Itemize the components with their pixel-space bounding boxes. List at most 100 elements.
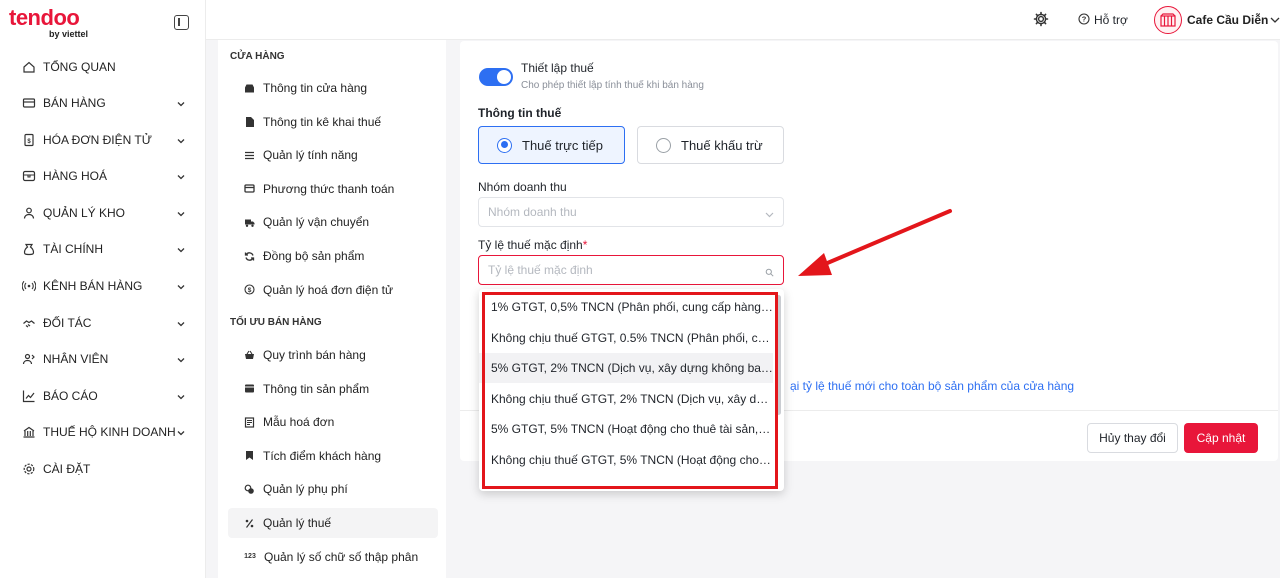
search-icon	[765, 266, 774, 277]
chevron-down-icon	[177, 134, 185, 144]
home-icon	[22, 60, 36, 74]
svg-text:?: ?	[1082, 14, 1087, 23]
chevron-down-icon	[177, 280, 185, 290]
apply-all-products-link[interactable]: ại tỷ lệ thuế mới cho toàn bộ sản phẩm c…	[790, 379, 1074, 393]
chevron-down-icon	[1270, 13, 1280, 27]
sidebar-item-report[interactable]: BÁO CÁO	[22, 386, 192, 406]
dollar-icon: $	[244, 284, 255, 295]
sidebar-item-label: KÊNH BÁN HÀNG	[43, 279, 143, 293]
update-button[interactable]: Cập nhật	[1184, 423, 1258, 453]
settings-menu-item-truck[interactable]: Quản lý vận chuyển	[228, 207, 438, 237]
sidebar-item-home[interactable]: TỔNG QUAN	[22, 57, 192, 77]
sidebar-item-partner[interactable]: ĐỐI TÁC	[22, 313, 192, 333]
settings-menu-item-dollar[interactable]: $ Quản lý hoá đơn điện tử	[228, 275, 438, 305]
radio-direct-tax-label: Thuế trực tiếp	[522, 137, 603, 153]
help-button[interactable]: ? Hỗ trợ	[1078, 12, 1128, 28]
tax-rate-option[interactable]: 5% GTGT, 5% TNCN (Hoạt động cho thuê tài…	[479, 414, 773, 444]
sidebar-item-staff[interactable]: NHÂN VIÊN	[22, 349, 192, 369]
settings-menu-item-bookmark[interactable]: Tích điểm khách hàng	[228, 441, 438, 471]
sidebar-item-label: THUẾ HỘ KINH DOANH	[43, 425, 176, 439]
required-asterisk: *	[582, 238, 588, 252]
tax-rate-option[interactable]: Không chịu thuế GTGT, 2% TNCN (Dịch vụ, …	[479, 384, 773, 414]
section-store-title: CỬA HÀNG	[230, 51, 285, 62]
settings-menu-item-sync[interactable]: Đồng bộ sản phẩm	[228, 241, 438, 271]
settings-menu-item-label: Quy trình bán hàng	[263, 348, 366, 362]
revenue-group-select[interactable]: Nhóm doanh thu	[478, 197, 784, 227]
sidebar-item-warehouse[interactable]: QUẢN LÝ KHO	[22, 203, 192, 223]
tendoo-logo[interactable]: tendoo by viettel	[9, 7, 109, 41]
radio-deduct-tax[interactable]: Thuế khấu trừ	[637, 126, 784, 164]
dropdown-scrollbar[interactable]	[776, 295, 781, 415]
section-optimize-title: TỐI ƯU BÁN HÀNG	[230, 317, 322, 328]
tax-rate-option-label: Không chịu thuế GTGT, 0.5% TNCN (Phân ph…	[491, 330, 773, 345]
tax-rate-select[interactable]: Tỷ lệ thuế mặc định	[478, 255, 784, 285]
store-switcher[interactable]: Cafe Cầu Diễn	[1154, 5, 1280, 35]
tax-rate-option[interactable]: Không chịu thuế GTGT, 5% TNCN (Hoạt động…	[479, 445, 773, 475]
chevron-down-icon	[765, 208, 774, 218]
settings-menu-item-card[interactable]: Phương thức thanh toán	[228, 174, 438, 204]
box-icon	[22, 169, 36, 183]
settings-menu: CỬA HÀNG Thông tin cửa hàng Thông tin kê …	[218, 40, 446, 578]
radio-unselected-icon	[656, 137, 671, 153]
sidebar-item-settings[interactable]: CÀI ĐẶT	[22, 459, 192, 479]
chevron-down-icon	[177, 353, 185, 363]
sync-icon	[244, 251, 255, 262]
sidebar-item-label: CÀI ĐẶT	[43, 462, 91, 476]
chevron-down-icon	[177, 390, 185, 400]
store-icon	[244, 83, 255, 94]
settings-menu-item-label: Quản lý số chữ số thập phân	[264, 549, 419, 564]
tax-setup-title: Thiết lập thuế	[521, 61, 594, 75]
settings-menu-item-store[interactable]: Thông tin cửa hàng	[228, 73, 438, 103]
tax-info-heading: Thông tin thuế	[478, 106, 562, 120]
settings-menu-item-label: Quản lý tính năng	[263, 148, 358, 163]
settings-menu-item-coins[interactable]: Quản lý phụ phí	[228, 474, 438, 504]
radio-direct-tax[interactable]: Thuế trực tiếp	[478, 126, 625, 164]
settings-menu-item-tax-doc[interactable]: Thông tin kê khai thuế	[228, 107, 438, 137]
toggle-knob	[497, 70, 511, 84]
settings-menu-item-digits[interactable]: 123 Quản lý số chữ số thập phân	[228, 542, 438, 572]
top-bar: ? Hỗ trợ Cafe Cầu Diễn	[206, 0, 1280, 40]
sidebar-item-tax[interactable]: THUẾ HỘ KINH DOANH	[22, 422, 192, 442]
settings-menu-item-basket[interactable]: Quy trình bán hàng	[228, 340, 438, 370]
chevron-down-icon	[177, 317, 185, 327]
store-name: Cafe Cầu Diễn	[1187, 13, 1269, 27]
tax-rate-option[interactable]: 1% GTGT, 0,5% TNCN (Phân phối, cung cấp …	[479, 292, 773, 322]
tax-rate-option[interactable]: 5% GTGT, 2% TNCN (Dịch vụ, xây dựng khôn…	[479, 353, 773, 384]
tax-rate-option[interactable]: Không chịu thuế GTGT, 0.5% TNCN (Phân ph…	[479, 323, 773, 353]
store-avatar	[1154, 6, 1182, 34]
svg-text:$: $	[248, 287, 252, 294]
partner-icon	[22, 316, 36, 330]
tax-icon	[22, 425, 36, 439]
digits-icon: 123	[244, 553, 256, 561]
settings-menu-item-receipt[interactable]: Mẫu hoá đơn	[228, 407, 438, 437]
storefront-icon	[1160, 13, 1176, 27]
sidebar-item-finance[interactable]: TÀI CHÍNH	[22, 239, 192, 259]
sidebar-item-channel[interactable]: KÊNH BÁN HÀNG	[21, 276, 192, 296]
settings-icon	[22, 462, 36, 476]
coins-icon	[244, 484, 255, 495]
sales-icon	[22, 96, 36, 110]
settings-menu-item-list[interactable]: Quản lý tính năng	[228, 140, 438, 170]
channel-icon	[21, 279, 37, 293]
collapse-sidebar-icon[interactable]	[174, 15, 189, 30]
tax-rate-dropdown: 1% GTGT, 0,5% TNCN (Phân phối, cung cấp …	[479, 289, 784, 491]
settings-menu-item-percent[interactable]: Quản lý thuế	[228, 508, 438, 538]
receipt-icon	[244, 417, 255, 428]
sidebar-item-box[interactable]: HÀNG HOÁ	[22, 166, 192, 186]
chevron-down-icon	[177, 170, 185, 180]
settings-menu-item-label: Quản lý hoá đơn điện tử	[263, 282, 393, 297]
settings-menu-item-product[interactable]: Thông tin sản phẩm	[228, 374, 438, 404]
help-label: Hỗ trợ	[1094, 13, 1128, 27]
svg-text:$: $	[27, 139, 31, 145]
sidebar-item-invoice[interactable]: $ HÓA ĐƠN ĐIỆN TỬ	[22, 130, 192, 150]
warehouse-icon	[22, 206, 36, 220]
product-icon	[244, 383, 255, 394]
main-sidebar: tendoo by viettel TỔNG QUAN BÁN HÀNG $ HÓA …	[0, 0, 206, 578]
tax-setup-toggle[interactable]	[479, 68, 513, 86]
bookmark-icon	[244, 450, 255, 461]
sidebar-item-sales[interactable]: BÁN HÀNG	[22, 93, 192, 113]
settings-menu-item-label: Quản lý phụ phí	[263, 482, 348, 497]
gear-icon[interactable]	[1033, 11, 1049, 27]
settings-menu-item-label: Tích điểm khách hàng	[263, 448, 382, 463]
cancel-changes-button[interactable]: Hủy thay đổi	[1087, 423, 1178, 453]
